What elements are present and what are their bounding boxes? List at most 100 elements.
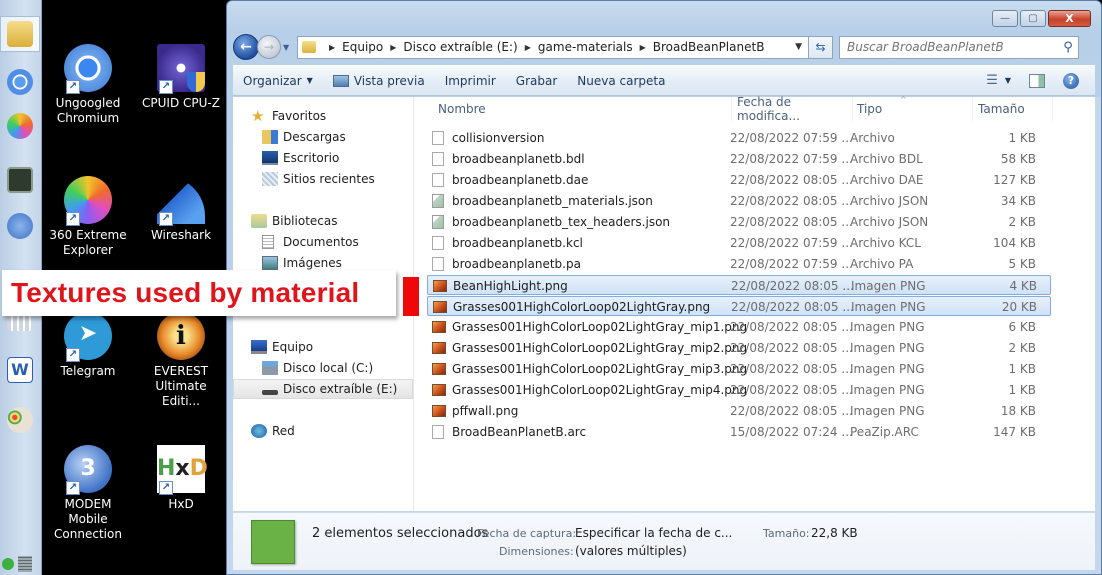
address-bar[interactable]: ▶ Equipo ▶ Disco extraíble (E:) ▶ game-m… — [297, 35, 809, 59]
breadcrumb-broadbeanplanetb[interactable]: BroadBeanPlanetB — [653, 40, 765, 54]
file-date: 22/08/2022 08:05 ... — [730, 215, 853, 229]
command-bar: Organizar ▼ Vista previa Imprimir Grabar … — [233, 65, 1095, 96]
refresh-button[interactable]: ⇆ — [809, 35, 833, 59]
taskbar-chromium[interactable] — [0, 64, 40, 100]
desktop-icon-360-extreme-explorer[interactable]: ↗ 360 Extreme Explorer — [43, 176, 133, 258]
file-row[interactable]: Grasses001HighColorLoop02LightGray.png 22… — [427, 296, 1051, 316]
file-row[interactable]: pffwall.png 22/08/2022 08:05 ... Imagen PN… — [427, 401, 1051, 421]
file-row[interactable]: broadbeanplanetb_materials.json 22/08/202… — [427, 191, 1051, 211]
file-row[interactable]: Grasses001HighColorLoop02LightGray_mip2.… — [427, 338, 1051, 358]
organize-button[interactable]: Organizar ▼ — [233, 69, 323, 93]
breadcrumb-equipo[interactable]: Equipo — [342, 40, 383, 54]
tray-icon — [18, 556, 32, 572]
file-name: Grasses001HighColorLoop02LightGray_mip4.… — [452, 383, 748, 397]
search-input[interactable] — [847, 40, 1058, 54]
network-icon — [251, 424, 267, 438]
nav-computer[interactable]: Equipo — [233, 337, 413, 357]
file-row[interactable]: BroadBeanPlanetB.arc 15/08/2022 07:24 ...… — [427, 422, 1051, 442]
desktop-icon-ungoogled-chromium[interactable]: ↗ Ungoogled Chromium — [43, 44, 133, 126]
360-explorer-icon: ↗ — [64, 176, 112, 226]
file-row[interactable]: broadbeanplanetb.kcl 22/08/2022 07:59 ...… — [427, 233, 1051, 253]
breadcrumb-game-materials[interactable]: game-materials — [538, 40, 633, 54]
desktop-icon-cpu-z[interactable]: ↗ CPUID CPU-Z — [136, 44, 226, 111]
desktop-icon-label: CPUID CPU-Z — [142, 96, 220, 110]
organize-label: Organizar — [243, 73, 302, 88]
search-icon[interactable]: ⚲ — [1058, 40, 1078, 55]
close-button[interactable]: X — [1048, 10, 1091, 27]
nav-label: Escritorio — [283, 151, 340, 165]
address-dropdown-icon[interactable]: ▼ — [795, 42, 802, 52]
file-size: 1 KB — [1008, 383, 1036, 397]
taskbar-word[interactable]: W — [0, 352, 40, 388]
nav-documents[interactable]: Documentos — [233, 232, 413, 252]
nav-label: Red — [272, 424, 295, 438]
column-label: Tipo — [857, 102, 883, 116]
new-folder-button[interactable]: Nueva carpeta — [567, 69, 675, 93]
desktop-icon-modem-mobile[interactable]: 3 ↗ MODEM Mobile Connection — [43, 445, 133, 542]
nav-label: Disco extraíble (E:) — [283, 382, 398, 396]
nav-downloads[interactable]: Descargas — [233, 127, 413, 147]
print-button[interactable]: Imprimir — [435, 69, 506, 93]
taskbar-paint[interactable] — [0, 402, 40, 438]
help-icon[interactable]: ? — [1063, 72, 1079, 89]
desktop-icon-telegram[interactable]: ➤ ↗ Telegram — [43, 312, 133, 379]
desktop-icon-hxd[interactable]: HxD ↗ HxD — [136, 445, 226, 512]
column-label: Tamaño — [978, 102, 1025, 116]
file-row[interactable]: Grasses001HighColorLoop02LightGray_mip1.… — [427, 317, 1051, 337]
shortcut-arrow-icon: ↗ — [66, 481, 80, 495]
column-header-type[interactable]: Tipo — [853, 97, 973, 121]
file-row[interactable]: broadbeanplanetb.pa 22/08/2022 07:59 ... A… — [427, 254, 1051, 274]
file-date: 22/08/2022 07:59 ... — [730, 257, 853, 271]
breadcrumb-separator-icon[interactable]: ▶ — [390, 43, 396, 52]
file-row[interactable]: BeanHighLight.png 22/08/2022 08:05 ... Ima… — [427, 275, 1051, 295]
desktop-icon-wireshark[interactable]: ↗ Wireshark — [136, 176, 226, 243]
column-header-name[interactable]: Nombre — [426, 97, 732, 121]
nav-removable-disk[interactable]: Disco extraíble (E:) — [233, 379, 413, 399]
file-row[interactable]: broadbeanplanetb.bdl 22/08/2022 07:59 ...… — [427, 149, 1051, 169]
file-type: Archivo PA — [850, 257, 914, 271]
file-row[interactable]: broadbeanplanetb.dae 22/08/2022 08:05 ...… — [427, 170, 1051, 190]
details-pane: 2 elementos seleccionados Fecha de captu… — [233, 512, 1095, 570]
taskbar-windows-explorer[interactable] — [0, 16, 40, 52]
recent-pages-dropdown[interactable]: ▼ — [283, 43, 293, 52]
capture-date-label: Fecha de captura: — [477, 527, 577, 540]
png-image-icon — [432, 405, 446, 417]
modem-icon: 3 ↗ — [64, 445, 112, 495]
capture-date-value[interactable]: Especificar la fecha de c... — [575, 526, 732, 540]
preview-pane-toggle[interactable] — [1029, 73, 1045, 88]
file-type: Imagen PNG — [851, 300, 926, 314]
nav-local-disk[interactable]: Disco local (C:) — [233, 358, 413, 378]
preview-button[interactable]: Vista previa — [323, 69, 435, 93]
taskbar-terminal[interactable] — [0, 162, 40, 198]
desktop-icon-everest[interactable]: i EVEREST Ultimate Editi... — [136, 312, 226, 409]
size-value: 22,8 KB — [811, 526, 858, 540]
back-button[interactable]: ← — [233, 34, 259, 60]
file-row[interactable]: Grasses001HighColorLoop02LightGray_mip3.… — [427, 359, 1051, 379]
breadcrumb-separator-icon[interactable]: ▶ — [525, 43, 531, 52]
taskbar-modem[interactable] — [0, 208, 40, 244]
nav-recent-places[interactable]: Sitios recientes — [233, 169, 413, 189]
taskbar-360-explorer[interactable] — [0, 108, 40, 144]
breadcrumb-separator-icon[interactable]: ▶ — [329, 43, 335, 52]
file-row[interactable]: collisionversion 22/08/2022 07:59 ... Arch… — [427, 128, 1051, 148]
burn-button[interactable]: Grabar — [506, 69, 568, 93]
file-size: 5 KB — [1008, 257, 1036, 271]
maximize-button[interactable]: ▢ — [1020, 10, 1046, 27]
search-box[interactable]: ⚲ — [839, 35, 1079, 59]
forward-button[interactable]: → — [257, 35, 281, 59]
column-label: Fecha de modifica... — [737, 95, 800, 123]
nav-network[interactable]: Red — [233, 421, 413, 441]
file-size: 2 KB — [1008, 341, 1036, 355]
column-header-size[interactable]: Tamaño — [973, 97, 1053, 121]
annotation-callout: Textures used by material — [2, 270, 396, 316]
column-header-date[interactable]: Fecha de modifica... — [732, 95, 853, 123]
file-row[interactable]: broadbeanplanetb_tex_headers.json 22/08/2… — [427, 212, 1051, 232]
nav-desktop[interactable]: Escritorio — [233, 148, 413, 168]
breadcrumb-disco-extraible[interactable]: Disco extraíble (E:) — [403, 40, 517, 54]
minimize-button[interactable]: — — [992, 10, 1018, 27]
nav-favorites[interactable]: ★ Favoritos — [233, 106, 413, 126]
file-row[interactable]: Grasses001HighColorLoop02LightGray_mip4.… — [427, 380, 1051, 400]
nav-libraries[interactable]: Bibliotecas — [233, 211, 413, 231]
breadcrumb-separator-icon[interactable]: ▶ — [640, 43, 646, 52]
change-view-button[interactable]: ☰ ▼ — [986, 73, 1011, 88]
